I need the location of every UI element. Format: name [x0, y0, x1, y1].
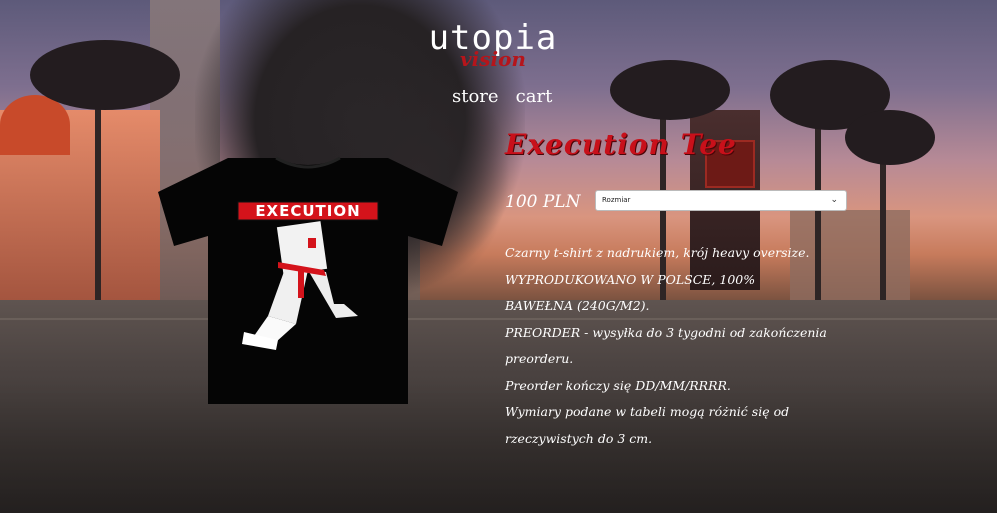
nav-cart-link[interactable]: cart — [516, 86, 553, 107]
product-image: EXECUTION — [158, 156, 458, 404]
product-price: 100 PLN — [505, 192, 581, 212]
palm-fronds — [845, 110, 935, 165]
product-title: Execution Tee — [505, 128, 737, 161]
description-line: WYPRODUKOWANO W POLSCE, 100% — [505, 271, 756, 287]
description-line: Preorder kończy się DD/MM/RRRR. — [505, 377, 731, 393]
product-print-text: EXECUTION — [255, 202, 360, 220]
palm-fronds — [30, 40, 180, 110]
size-select[interactable]: Rozmiar ⌄ — [595, 190, 847, 211]
description-line: PREORDER - wysyłka do 3 tygodni od zakoń… — [505, 324, 827, 340]
palm-fronds — [610, 60, 730, 120]
brand-logo[interactable]: utopia vision — [418, 20, 568, 69]
description-line: Wymiary podane w tabeli mogą różnić się … — [505, 404, 790, 419]
chevron-down-icon: ⌄ — [830, 195, 838, 205]
main-nav: store cart — [452, 86, 564, 107]
description-line: preorderu. — [505, 351, 574, 366]
product-description: Czarny t-shirt z nadrukiem, krój heavy o… — [505, 240, 850, 452]
description-line: Czarny t-shirt z nadrukiem, krój heavy o… — [505, 245, 810, 260]
size-select-value: Rozmiar — [602, 196, 631, 204]
description-line: BAWEŁNA (240G/M2). — [505, 298, 650, 313]
palm-trunk — [95, 80, 101, 300]
background-dome — [0, 95, 70, 155]
description-line: rzeczywistych do 3 cm. — [505, 430, 653, 446]
nav-store-link[interactable]: store — [452, 86, 499, 107]
